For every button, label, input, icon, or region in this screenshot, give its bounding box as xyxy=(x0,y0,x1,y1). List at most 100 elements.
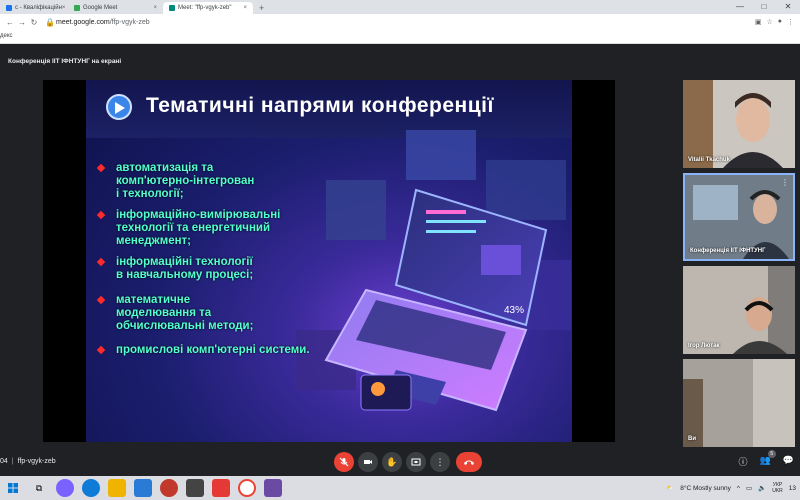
participant-count-badge: 5 xyxy=(767,450,776,458)
app-icon[interactable] xyxy=(186,479,204,497)
weather-text[interactable]: 8°C Mostly sunny xyxy=(680,485,731,492)
tab-close-icon[interactable]: × xyxy=(62,5,66,11)
participant-tile-self[interactable]: Ви xyxy=(683,359,795,447)
maximize-icon[interactable]: □ xyxy=(752,0,776,14)
participant-tile[interactable]: Vitalii Tkachuk xyxy=(683,80,795,168)
present-button[interactable] xyxy=(406,452,426,472)
presenting-label: Конференція ІІТ ІФНТУНГ на екрані xyxy=(8,58,122,65)
camera-button[interactable] xyxy=(358,452,378,472)
more-options-icon: ⋮ xyxy=(435,456,445,467)
participant-video xyxy=(683,80,795,168)
participant-tile[interactable]: ⋮ Конференція ІІТ ІФНТУНГ xyxy=(683,173,795,261)
present-icon xyxy=(411,458,421,466)
bullet-line: менеджмент; xyxy=(116,235,192,247)
opera-icon[interactable] xyxy=(160,479,178,497)
mic-off-button[interactable] xyxy=(334,452,354,472)
meet-window: Конференція ІІТ ІФНТУНГ на екрані Темати… xyxy=(0,44,800,476)
participant-tile[interactable]: Ігор Лютак xyxy=(683,266,795,354)
bullet-line: і технології; xyxy=(116,188,184,200)
bullet-line: моделювання та xyxy=(116,307,212,319)
weather-icon: ⛅ xyxy=(666,485,675,492)
raise-hand-button[interactable]: ✋ xyxy=(382,452,402,472)
forward-icon[interactable]: → xyxy=(16,18,28,27)
yandex-icon[interactable] xyxy=(212,479,230,497)
bullet-modeling: математичне моделювання та обчислювальні… xyxy=(94,294,354,333)
tab-label: Google Meet xyxy=(83,5,118,11)
raise-hand-icon: ✋ xyxy=(386,456,398,467)
arrow-logo-icon xyxy=(106,94,132,120)
participant-video xyxy=(683,266,795,354)
url-domain: meet.google.com xyxy=(56,18,110,26)
bullet-line: технології та енергетичний xyxy=(116,222,271,234)
minimize-icon[interactable]: — xyxy=(728,0,752,14)
windows-taskbar: ⧉ ⛅ 8°C Mostly sunny ^ ▭ 🔈 УКР UKR 13 xyxy=(0,476,800,500)
task-view-icon[interactable]: ⧉ xyxy=(30,479,48,497)
laptop-percent-label: 43% xyxy=(504,305,524,316)
bullet-automation: автоматизація та комп'ютерно-інтегрован … xyxy=(94,162,354,201)
participant-video xyxy=(685,175,793,259)
edge-icon[interactable] xyxy=(82,479,100,497)
tab-qualification[interactable]: c - Кваліфікаційн × xyxy=(0,2,68,14)
tab-google-meet[interactable]: Google Meet × xyxy=(68,2,163,14)
camera-permission-icon[interactable]: ▣ xyxy=(755,18,762,26)
url-path: /ffp-vgyk-zeb xyxy=(109,18,150,26)
hang-up-button[interactable] xyxy=(456,452,482,472)
file-explorer-icon[interactable] xyxy=(108,479,126,497)
bookmark-star-icon[interactable]: ☆ xyxy=(766,18,772,26)
tab-close-icon[interactable]: × xyxy=(243,5,247,11)
menu-dots-icon[interactable]: ⋮ xyxy=(787,18,794,26)
reload-icon[interactable]: ↻ xyxy=(28,18,40,27)
language-indicator[interactable]: УКР UKR xyxy=(772,482,783,494)
tab-meet-active[interactable]: Meet: "ffp-vgyk-zeb" × xyxy=(163,2,253,14)
bullet-line: в навчальному процесі; xyxy=(116,269,254,281)
window-controls: — □ ✕ xyxy=(728,0,800,14)
meeting-code: ffp-vgyk-zeb xyxy=(17,458,56,465)
bookmark-item[interactable]: декс xyxy=(0,33,13,39)
tray-chevron-icon[interactable]: ^ xyxy=(737,485,740,492)
tab-label: c - Кваліфікаційн xyxy=(15,5,62,11)
participant-name: Ігор Лютак xyxy=(688,343,720,349)
bullet-industrial: промислові комп'ютерні системи. xyxy=(94,344,354,357)
start-windows-icon[interactable] xyxy=(4,479,22,497)
info-icon[interactable]: ⓘ xyxy=(739,455,748,468)
slide-bullets: автоматизація та комп'ютерно-інтегрован … xyxy=(94,162,354,357)
tab-label: Meet: "ffp-vgyk-zeb" xyxy=(178,5,232,11)
url-input[interactable]: 🔒 meet.google.com/ffp-vgyk-zeb xyxy=(44,16,734,28)
profile-icon[interactable]: ● xyxy=(778,18,782,26)
presentation-slide: Тематичні напрями конференції 43% автома… xyxy=(86,80,572,442)
meet-favicon xyxy=(74,5,80,11)
language-bottom: UKR xyxy=(772,488,783,494)
bullet-education: інформаційні технології в навчальному пр… xyxy=(94,256,354,282)
tab-strip: c - Кваліфікаційн × Google Meet × Meet: … xyxy=(0,0,800,14)
presentation-stage: Тематичні напрями конференції 43% автома… xyxy=(43,80,615,442)
new-tab-button[interactable]: + xyxy=(253,2,270,14)
separator: | xyxy=(11,458,14,465)
meet-favicon xyxy=(169,5,175,11)
mic-off-icon xyxy=(339,457,349,467)
slide-title: Тематичні напрями конференції xyxy=(146,94,494,117)
bullet-line: промислові комп'ютерні системи. xyxy=(116,344,310,356)
chrome-icon[interactable] xyxy=(238,479,256,497)
chat-icon[interactable]: 💬 xyxy=(783,455,794,468)
bookmarks-bar: декс xyxy=(0,30,800,44)
bullet-line: інформаційні технології xyxy=(116,256,253,268)
tab-close-icon[interactable]: × xyxy=(153,5,157,11)
close-window-icon[interactable]: ✕ xyxy=(776,0,800,14)
lock-icon: 🔒 xyxy=(45,17,55,27)
network-icon[interactable]: ▭ xyxy=(746,484,752,492)
meet-side-controls: ⓘ 👥 5 💬 xyxy=(739,450,794,468)
clock[interactable]: 13 xyxy=(789,485,796,492)
viber-icon[interactable] xyxy=(56,479,74,497)
more-options-button[interactable]: ⋮ xyxy=(430,452,450,472)
more-options-icon[interactable]: ⋮ xyxy=(781,178,789,187)
system-tray: ⛅ 8°C Mostly sunny ^ ▭ 🔈 УКР UKR 13 xyxy=(666,482,800,494)
mail-icon[interactable] xyxy=(134,479,152,497)
volume-icon[interactable]: 🔈 xyxy=(758,484,766,492)
camera-icon xyxy=(364,460,372,464)
tab-favicon xyxy=(6,5,12,11)
app-icon[interactable] xyxy=(264,479,282,497)
bullet-line: інформаційно-вимірювальні xyxy=(116,209,281,221)
people-button[interactable]: 👥 5 xyxy=(760,450,776,468)
back-icon[interactable]: ← xyxy=(4,18,16,27)
bullet-line: комп'ютерно-інтегрован xyxy=(116,175,255,187)
